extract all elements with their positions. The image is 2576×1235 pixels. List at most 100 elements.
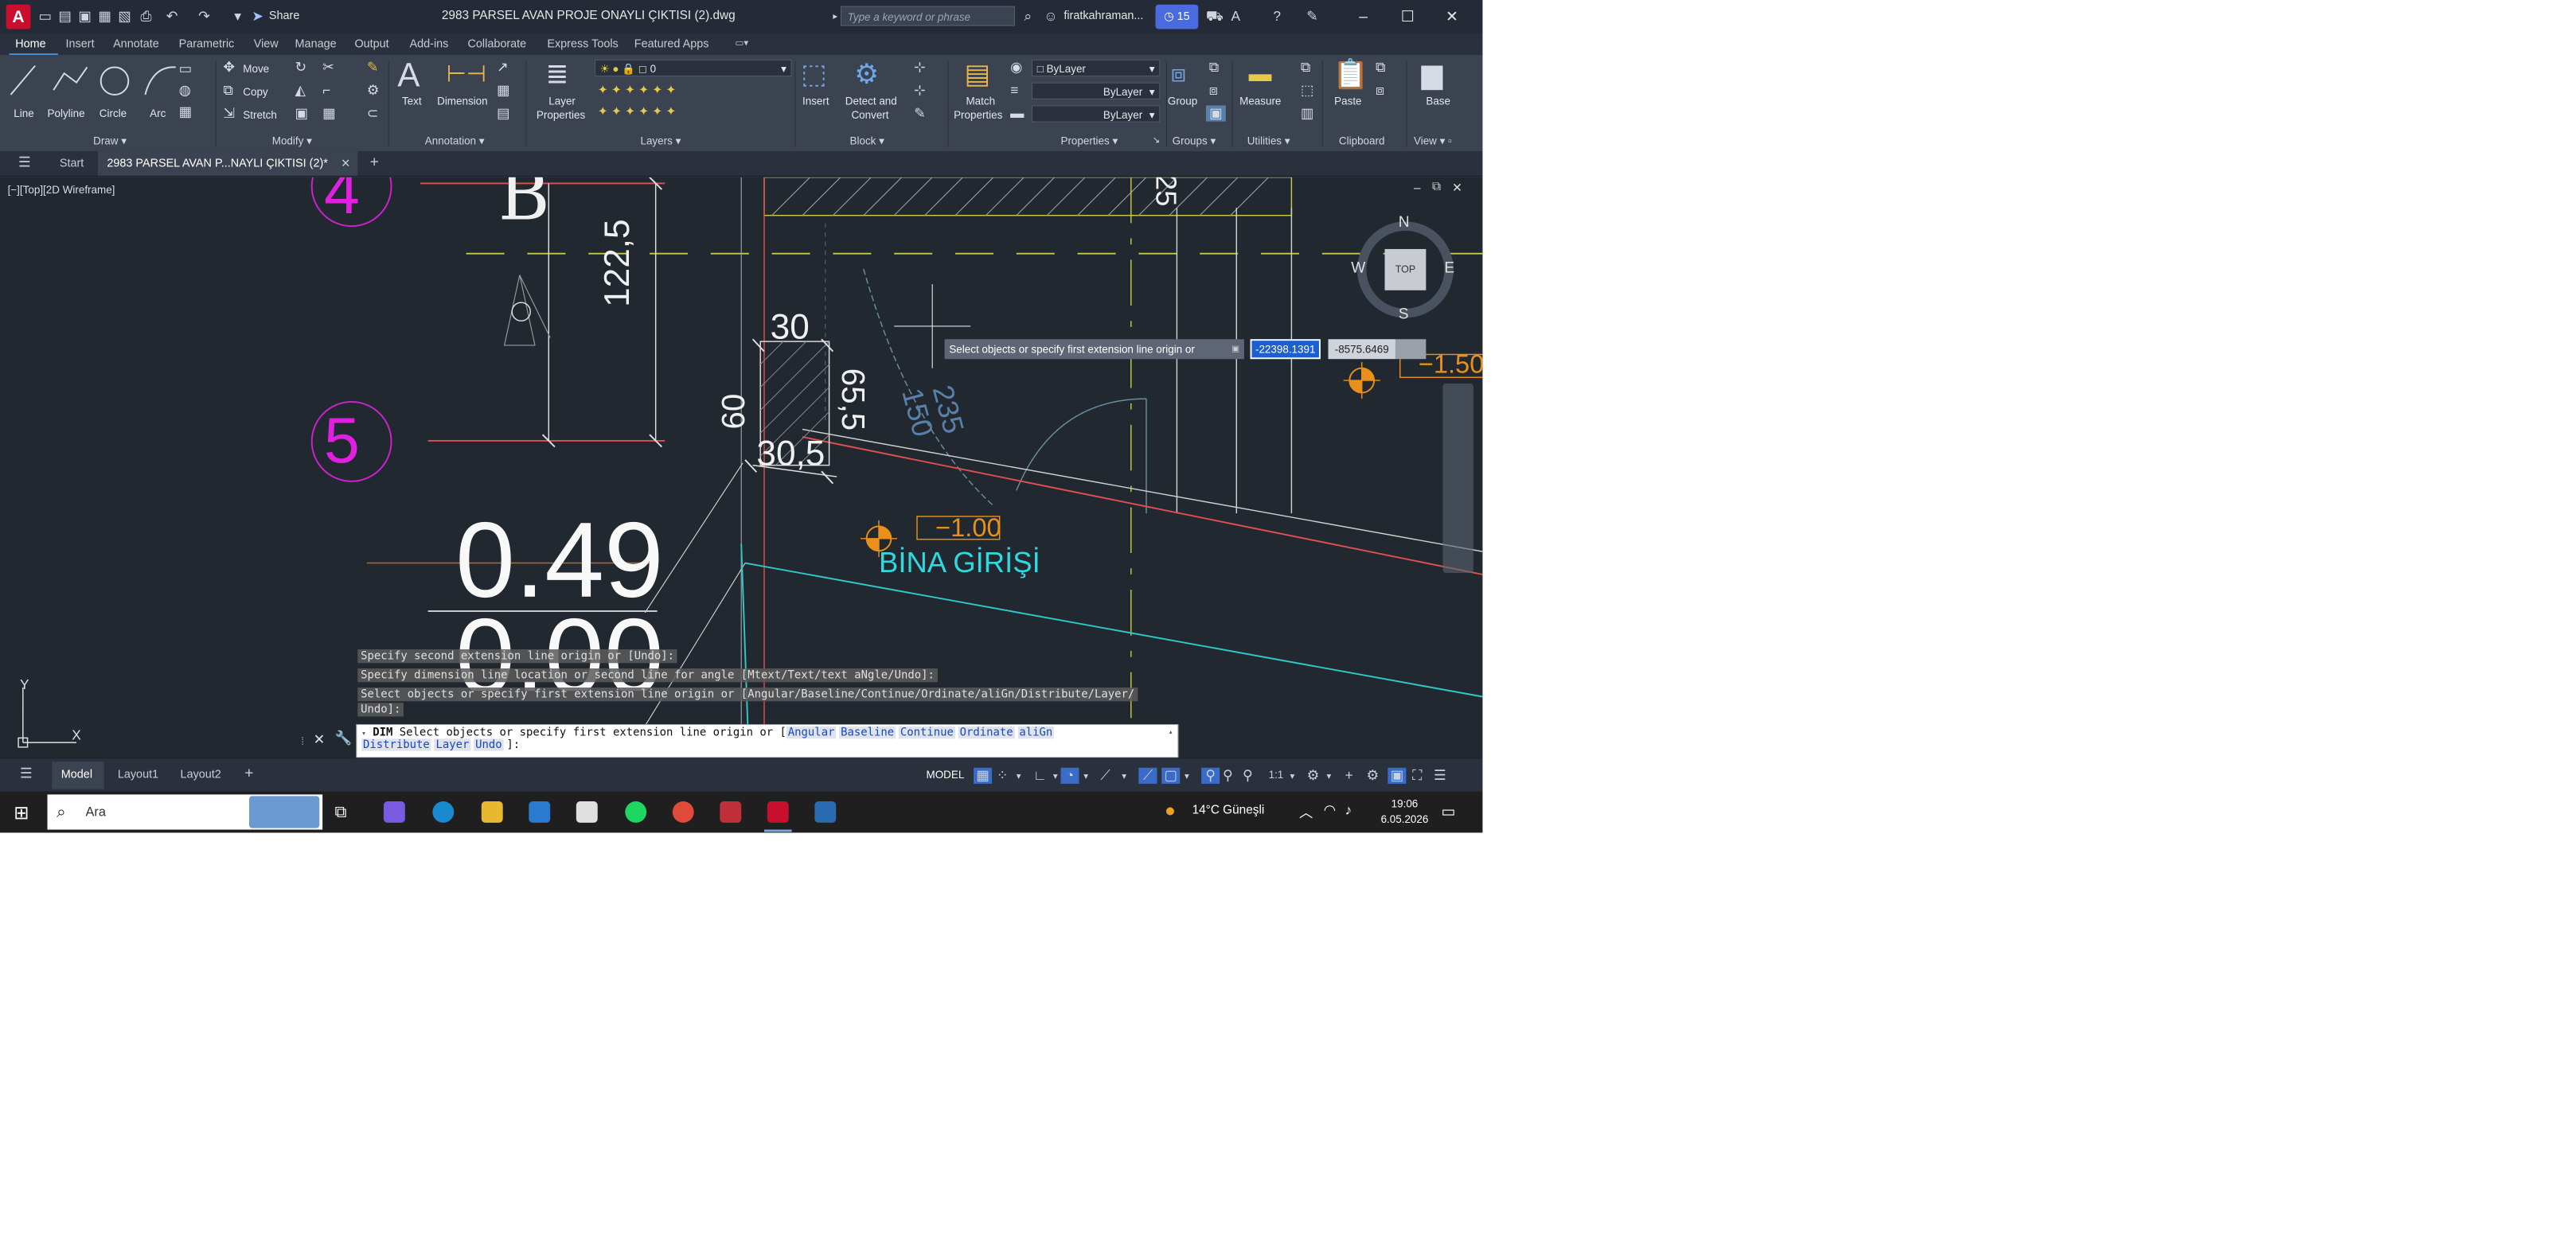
task-view-icon[interactable]: ⧉ [334,802,346,822]
autocad-taskbar-icon[interactable] [767,801,789,823]
maximize-button[interactable]: ☐ [1392,5,1423,29]
cart-icon[interactable]: ⛟ [1206,8,1224,25]
annotation-scale-icon[interactable]: ⚲ [1243,768,1253,784]
move-button[interactable]: Move [243,63,269,75]
utilities-panel-title[interactable]: Utilities ▾ [1247,134,1290,147]
dynamic-input-z-field[interactable] [1395,339,1427,360]
share-label[interactable]: Share [269,10,299,22]
mail-icon[interactable] [529,801,551,823]
grid-icon[interactable]: ▦ [974,767,993,784]
layer-properties-button-line1[interactable]: Layer [548,95,576,107]
modify-panel-title[interactable]: Modify ▾ [272,134,312,147]
annotation-autoscale-icon[interactable]: ⚲ [1223,768,1233,784]
command-close-icon[interactable]: ✕ [314,732,325,748]
app-logo[interactable]: A [6,4,31,29]
groups-panel-title[interactable]: Groups ▾ [1173,134,1216,147]
block-panel-title[interactable]: Block ▾ [850,134,884,147]
tab-express-tools[interactable]: Express Tools [547,37,618,50]
chevron-down-icon[interactable]: ▾ [1290,771,1294,781]
folder-icon[interactable]: ▤ [57,8,73,25]
layer-dropdown[interactable]: ☀ ● 🔒 ◻ 0 ▾ [594,59,792,76]
option-continue[interactable]: Continue [898,726,955,738]
print-icon[interactable]: ⎙ [138,8,154,25]
new-tab-icon[interactable]: + [370,154,379,171]
edge-icon[interactable] [432,801,455,823]
array-icon[interactable]: ▦ [322,105,335,121]
snap-icon[interactable]: ⁘ [997,768,1008,784]
mirror-icon[interactable]: ◭ [295,83,306,99]
chrome-icon[interactable] [672,801,694,823]
add-layout-icon[interactable]: + [244,765,253,782]
annotation-panel-title[interactable]: Annotation ▾ [425,134,485,147]
document-app-icon[interactable] [720,801,742,823]
workspace-gear-icon[interactable]: ⚙ [1307,768,1319,784]
match-properties-button-line1[interactable]: Match [966,95,995,107]
doc-tab-active[interactable]: 2983 PARSEL AVAN P...NAYLI ÇIKTISI (2)* [107,157,327,169]
viewport-restore-icon[interactable]: ⧉ [1432,181,1441,194]
paste-button[interactable]: Paste [1334,95,1361,107]
viewport-controls[interactable]: [−][Top][2D Wireframe] [8,183,115,195]
tab-annotate[interactable]: Annotate [113,37,159,50]
open-icon[interactable]: ▭ [37,8,53,25]
command-grip-icon[interactable]: ⁞ [301,735,304,747]
compass-south[interactable]: S [1399,306,1409,323]
cut-clip-icon[interactable]: ⧈ [1376,83,1384,99]
option-layer[interactable]: Layer [434,738,471,751]
draw-panel-title[interactable]: Draw ▾ [93,134,127,147]
network-icon[interactable]: ◠ [1324,802,1336,818]
edit-block-icon[interactable]: ⊹ [914,83,925,99]
chevron-down-icon[interactable]: ▾ [1185,771,1189,781]
layer-tools-row1-icon[interactable]: ✦ ✦ ✦ ✦ ✦ ✦ [598,83,677,98]
line-button[interactable]: Line [14,107,33,119]
autodesk-app-icon[interactable]: A [1228,8,1244,25]
region-icon[interactable]: ▦ [179,104,192,120]
compass-west[interactable]: W [1351,259,1365,277]
annotation-visibility-icon[interactable]: ⚲ [1201,767,1220,784]
arc-button[interactable]: Arc [150,107,166,119]
copy-button[interactable]: Copy [243,86,267,98]
tab-featured-apps[interactable]: Featured Apps [634,37,709,50]
ribbon-options-icon[interactable]: ▭▾ [736,37,749,48]
tab-view[interactable]: View [254,37,279,50]
user-icon[interactable]: ☺ [1042,8,1059,25]
option-align[interactable]: aliGn [1017,726,1055,738]
scale-icon[interactable]: ▣ [295,105,308,121]
compass-north[interactable]: N [1399,214,1410,232]
annotation-scale-value[interactable]: 1:1 [1269,769,1284,781]
stretch-button[interactable]: Stretch [243,108,277,120]
close-button[interactable]: ✕ [1437,5,1467,29]
object-snap-icon[interactable]: ▢ [1161,767,1181,784]
leader-icon[interactable]: ↗ [497,60,508,76]
user-name[interactable]: firatkahraman... [1064,10,1143,22]
viewport-minimize-icon[interactable]: – [1414,181,1421,195]
select-all-icon[interactable]: ⬚ [1301,83,1313,99]
tab-add-ins[interactable]: Add-ins [410,37,449,50]
tab-manage[interactable]: Manage [295,37,337,50]
tray-chevron-icon[interactable]: ︿ [1299,802,1313,822]
option-ordinate[interactable]: Ordinate [958,726,1015,738]
layer-tools-row2-icon[interactable]: ✦ ✦ ✦ ✦ ✦ ✦ [598,104,677,119]
add-icon[interactable]: + [1345,768,1353,784]
detect-convert-button-line2[interactable]: Convert [851,108,888,120]
file-explorer-icon[interactable] [481,801,503,823]
copy-clip-icon[interactable]: ⧉ [1376,60,1385,76]
block-attribute-icon[interactable]: ✎ [914,105,925,121]
chevron-down-icon[interactable]: ▾ [1053,771,1058,781]
save-web-icon[interactable]: ▧ [116,8,133,25]
hardware-acceleration-icon[interactable]: ▣ [1388,767,1407,784]
tab-insert[interactable]: Insert [66,37,95,50]
customization-menu-icon[interactable]: ☰ [1434,768,1446,784]
markup-icon[interactable]: ▤ [497,105,509,121]
table-icon[interactable]: ▦ [497,83,509,99]
detect-convert-button-line1[interactable]: Detect and [845,95,897,107]
dimension-button[interactable]: Dimension [437,95,487,107]
polyline-button[interactable]: Polyline [48,107,85,119]
command-history-toggle-icon[interactable]: ▴ [1169,728,1173,737]
create-block-icon[interactable]: ⊹ [914,60,925,76]
clean-screen-icon[interactable]: ⛶ [1412,768,1422,784]
weather-sun-icon[interactable]: ● [1165,801,1176,822]
trial-badge[interactable]: ◷ 15 [1155,4,1199,29]
ungroup-icon[interactable]: ⧉ [1209,60,1219,76]
option-baseline[interactable]: Baseline [839,726,896,738]
layout-menu-icon[interactable]: ☰ [20,766,32,781]
